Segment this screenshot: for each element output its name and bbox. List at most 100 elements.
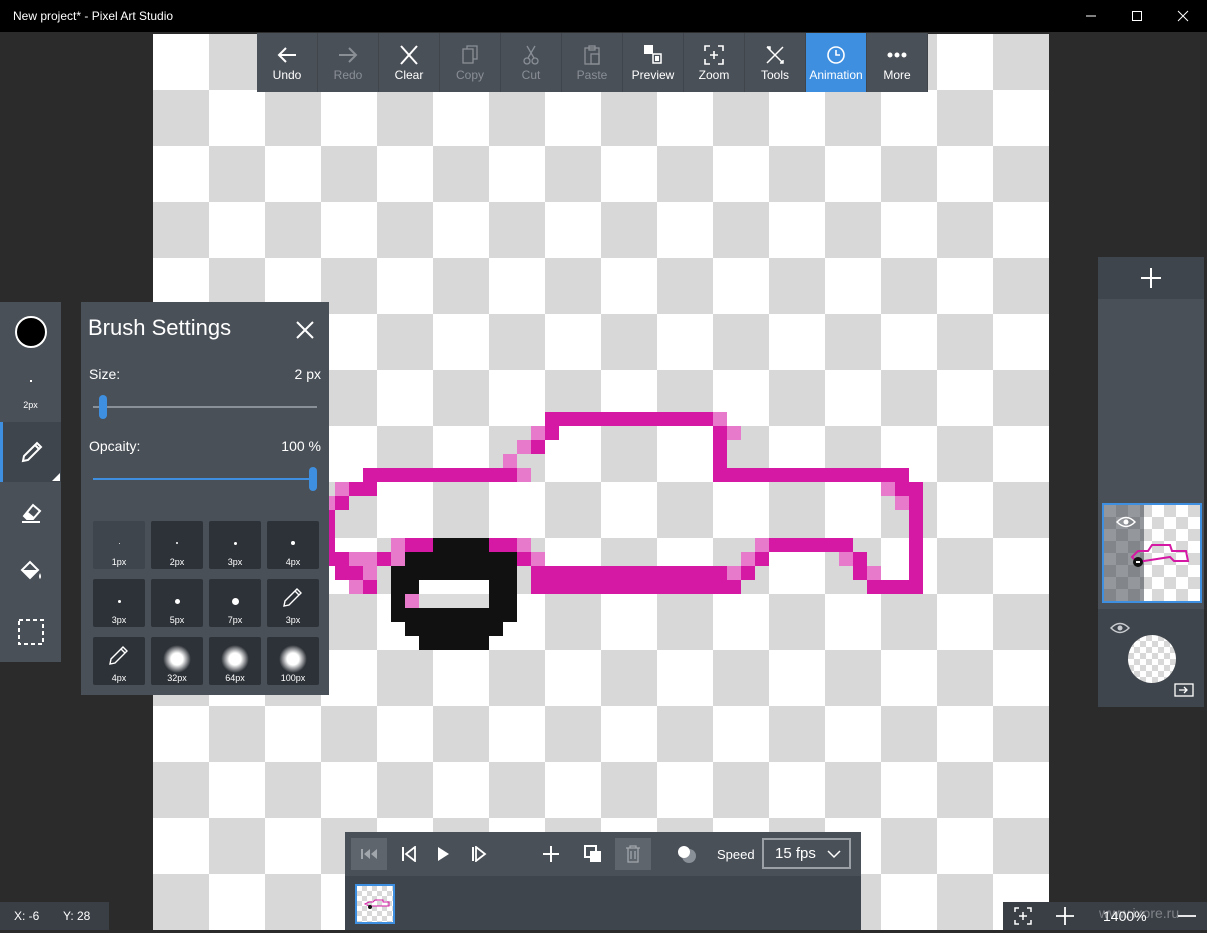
coordinates-status: X: -6 Y: 28 (0, 902, 109, 930)
next-frame-button[interactable] (461, 838, 497, 870)
undo-button[interactable]: Undo (257, 33, 318, 92)
car-outline-pixel (741, 566, 755, 580)
zoom-level: 1400% (1103, 908, 1147, 924)
selection-tool-button[interactable] (0, 602, 61, 662)
size-value: 2 px (294, 366, 321, 382)
wheel-pixel (447, 566, 461, 580)
layer-thumbnail-drawing[interactable] (1102, 503, 1202, 603)
pencil-tool-button[interactable] (0, 422, 61, 482)
tools-button[interactable]: Tools (745, 33, 806, 92)
car-outline-pixel (545, 426, 559, 440)
car-outline-pixel (671, 566, 685, 580)
zoom-out-button[interactable] (1167, 902, 1207, 930)
previous-frame-button[interactable] (391, 838, 427, 870)
brush-preset[interactable]: 2px (151, 521, 203, 569)
arrow-left-icon (277, 47, 296, 63)
duplicate-icon (584, 845, 601, 862)
panel-title: Brush Settings (88, 315, 232, 340)
car-outline-shade-pixel (713, 412, 727, 426)
car-outline-pixel (461, 468, 475, 482)
brush-preset[interactable]: 5px (151, 579, 203, 627)
opacity-slider-thumb[interactable] (309, 467, 317, 491)
car-outline-pixel (601, 580, 615, 594)
brush-preset-label: 4px (111, 673, 127, 683)
play-button[interactable] (425, 838, 461, 870)
brush-dot-icon (118, 542, 120, 544)
zoom-in-button[interactable] (1045, 902, 1085, 930)
layer-thumbnail-background[interactable] (1098, 609, 1204, 707)
fit-to-screen-button[interactable] (1003, 902, 1043, 930)
clipboard-icon (584, 45, 600, 65)
cut-button[interactable]: Cut (501, 33, 562, 92)
car-outline-pixel (685, 412, 699, 426)
more-button[interactable]: More (867, 33, 928, 92)
wheel-pixel (461, 566, 475, 580)
paste-button[interactable]: Paste (562, 33, 623, 92)
wheel-pixel (391, 580, 405, 594)
car-outline-pixel (573, 566, 587, 580)
wheel-hub-pixel (475, 594, 489, 608)
background-circle (1128, 635, 1176, 683)
minimize-button[interactable] (1068, 0, 1114, 32)
delete-frame-button[interactable] (615, 838, 651, 870)
brush-preset[interactable]: 3px (267, 579, 319, 627)
car-outline-pixel (433, 468, 447, 482)
preview-button[interactable]: Preview (623, 33, 684, 92)
size-slider-thumb[interactable] (99, 395, 107, 419)
onion-skin-button[interactable] (669, 838, 705, 870)
brush-preset[interactable]: 3px (209, 521, 261, 569)
frame-preview-car (363, 899, 390, 909)
car-outline-shade-pixel (363, 566, 377, 580)
redo-button[interactable]: Redo (318, 33, 379, 92)
brush-preset[interactable]: 64px (209, 637, 261, 685)
car-outline-pixel (769, 538, 783, 552)
brush-preset[interactable]: 7px (209, 579, 261, 627)
car-outline-pixel (531, 580, 545, 594)
brush-preset[interactable]: 1px (93, 521, 145, 569)
car-outline-pixel (755, 468, 769, 482)
add-layer-button[interactable] (1098, 257, 1204, 299)
eraser-tool-button[interactable] (0, 482, 61, 542)
brush-preset[interactable]: 100px (267, 637, 319, 685)
car-outline-pixel (839, 468, 853, 482)
car-outline-shade-pixel (517, 440, 531, 454)
brush-preset[interactable]: 3px (93, 579, 145, 627)
brush-preset[interactable]: 4px (267, 521, 319, 569)
brush-preset[interactable]: 32px (151, 637, 203, 685)
car-outline-pixel (699, 412, 713, 426)
close-panel-button[interactable] (293, 318, 317, 342)
close-window-button[interactable] (1160, 0, 1206, 32)
clear-button[interactable]: Clear (379, 33, 440, 92)
animation-frame-thumbnail[interactable] (355, 884, 395, 924)
car-outline-pixel (545, 566, 559, 580)
opacity-slider[interactable] (93, 467, 317, 491)
wheel-pixel (489, 566, 503, 580)
brush-size-button[interactable]: 2px (0, 362, 61, 422)
soft-brush-icon (163, 645, 191, 673)
add-frame-button[interactable] (533, 838, 569, 870)
first-frame-button[interactable] (351, 838, 387, 870)
maximize-button[interactable] (1114, 0, 1160, 32)
zoom-button[interactable]: Zoom (684, 33, 745, 92)
speed-label: Speed (717, 847, 755, 862)
minus-icon (1178, 915, 1196, 917)
fill-tool-button[interactable] (0, 542, 61, 602)
wheel-hub-pixel (475, 580, 489, 594)
animation-button[interactable]: Animation (806, 33, 867, 92)
car-outline-pixel (629, 580, 643, 594)
eye-icon[interactable] (1110, 621, 1130, 635)
wheel-pixel (475, 636, 489, 650)
fps-select[interactable]: 15 fps (762, 838, 851, 869)
car-outline-shade-pixel (839, 552, 853, 566)
merge-layer-icon[interactable] (1174, 683, 1194, 697)
car-outline-shade-pixel (405, 594, 419, 608)
color-picker-button[interactable] (0, 302, 61, 362)
car-outline-pixel (713, 468, 727, 482)
copy-button[interactable]: Copy (440, 33, 501, 92)
brush-preset[interactable]: 4px (93, 637, 145, 685)
duplicate-frame-button[interactable] (575, 838, 611, 870)
car-outline-shade-pixel (531, 552, 545, 566)
size-slider[interactable] (93, 395, 317, 419)
fps-value: 15 fps (775, 845, 816, 862)
car-outline-shade-pixel (727, 566, 741, 580)
